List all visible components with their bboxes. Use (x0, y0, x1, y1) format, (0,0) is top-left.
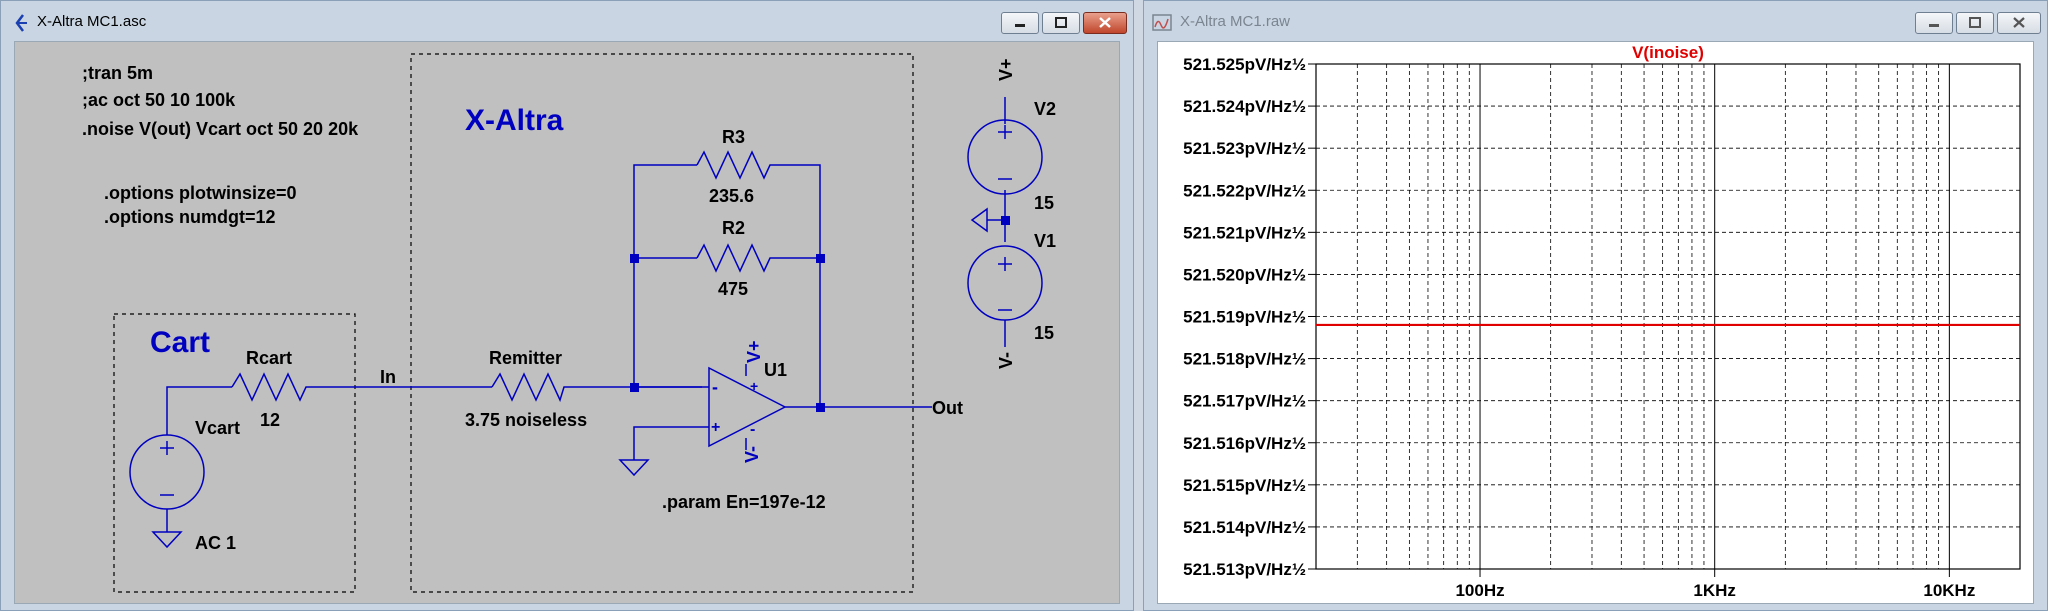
v2-name: V2 (1034, 99, 1056, 119)
y-tick-label: 521.524pV/Hz½ (1183, 97, 1306, 116)
v1-name: V1 (1034, 231, 1056, 251)
y-tick-label: 521.519pV/Hz½ (1183, 308, 1306, 327)
v1-value[interactable]: 15 (1034, 323, 1054, 343)
trace-title[interactable]: V(inoise) (1632, 43, 1704, 62)
maximize-icon (1055, 17, 1067, 28)
v2-net-vplus: V+ (996, 58, 1016, 81)
resistor-r3[interactable] (696, 150, 777, 180)
y-tick-label: 521.516pV/Hz½ (1183, 434, 1306, 453)
resistor-r2[interactable] (696, 243, 777, 273)
y-tick-label: 521.517pV/Hz½ (1183, 392, 1306, 411)
minimize-button[interactable] (1001, 12, 1039, 34)
resistor-rcart[interactable] (231, 372, 312, 402)
y-tick-label: 521.522pV/Hz½ (1183, 181, 1306, 200)
y-tick-label: 521.520pV/Hz½ (1183, 265, 1306, 284)
resistor-remitter[interactable] (491, 372, 568, 403)
net-label-out[interactable]: Out (932, 398, 963, 418)
y-tick-label: 521.523pV/Hz½ (1183, 139, 1306, 158)
rcart-name: Rcart (246, 348, 292, 368)
maximize-button[interactable] (1042, 12, 1080, 34)
r2-value[interactable]: 475 (718, 279, 748, 299)
u1-name: U1 (764, 360, 787, 380)
r3-value[interactable]: 235.6 (709, 186, 754, 206)
directive-ac[interactable]: ;ac oct 50 10 100k (82, 90, 236, 110)
cart-label: Cart (150, 326, 210, 359)
noise-plot[interactable]: 521.525pV/Hz½ 521.524pV/Hz½ 521.523pV/Hz½ 5… (1158, 42, 2035, 605)
waveform-window-title: X-Altra MC1.raw (1180, 13, 1291, 30)
supply-ground-icon (970, 207, 988, 233)
schematic-drawing: ;tran 5m ;ac oct 50 10 100k .noise V(out… (82, 53, 1056, 593)
plot-pane[interactable]: 521.525pV/Hz½ 521.524pV/Hz½ 521.523pV/Hz½ 5… (1157, 41, 2034, 604)
maximize-icon (1969, 17, 1981, 28)
v2-value[interactable]: 15 (1034, 193, 1054, 213)
source-vcart[interactable] (129, 434, 205, 510)
waveform-minimize-button[interactable] (1915, 12, 1953, 34)
minimize-icon (1929, 24, 1939, 27)
opamp-ground-icon (618, 459, 650, 477)
remitter-name: Remitter (489, 348, 562, 368)
opamp-vminus-net: V- (742, 446, 762, 463)
opamp-minus-label: - (712, 377, 718, 397)
vcart-value[interactable]: AC 1 (195, 533, 236, 553)
y-tick-label: 521.513pV/Hz½ (1183, 560, 1306, 579)
y-tick-label: 521.518pV/Hz½ (1183, 350, 1306, 369)
schematic-titlebar[interactable]: X-Altra MC1.asc (1, 1, 1133, 45)
directive-plotwinsize[interactable]: .options plotwinsize=0 (104, 183, 297, 203)
y-tick-label: 521.514pV/Hz½ (1183, 518, 1306, 537)
vcart-ground-icon (151, 531, 183, 549)
schematic-window-title: X-Altra MC1.asc (37, 13, 147, 30)
waveform-maximize-button[interactable] (1956, 12, 1994, 34)
r3-name: R3 (722, 127, 745, 147)
waveform-close-button[interactable] (1997, 12, 2041, 34)
minimize-icon (1015, 24, 1025, 27)
directive-numdgt[interactable]: .options numdgt=12 (104, 207, 276, 227)
v1-net-vminus: V- (996, 352, 1016, 369)
opamp-vminus-pin-label: - (750, 421, 755, 438)
waveform-viewer-icon (1152, 14, 1172, 31)
source-v2[interactable] (967, 119, 1043, 195)
close-icon (1099, 17, 1111, 28)
r2-name: R2 (722, 218, 745, 238)
x-tick-label: 100Hz (1455, 581, 1504, 600)
close-button[interactable] (1083, 12, 1127, 34)
vcart-name: Vcart (195, 418, 240, 438)
schematic-window: X-Altra MC1.asc ;tran 5m ;ac oct 50 10 1… (0, 0, 1134, 611)
opamp-vplus-net: V+ (744, 340, 764, 363)
waveform-window: X-Altra MC1.raw 521.525pV/Hz½ 521.524pV/H… (1143, 0, 2048, 611)
opamp-vplus-pin-label: + (750, 378, 758, 394)
y-tick-label: 521.525pV/Hz½ (1183, 55, 1306, 74)
opamp-plus-label: + (711, 419, 720, 436)
rcart-value[interactable]: 12 (260, 410, 280, 430)
x-tick-label: 10KHz (1923, 581, 1975, 600)
directive-tran[interactable]: ;tran 5m (82, 63, 153, 83)
y-tick-label: 521.521pV/Hz½ (1183, 223, 1306, 242)
directive-noise[interactable]: .noise V(out) Vcart oct 50 20 20k (82, 119, 359, 139)
net-label-in[interactable]: In (380, 367, 396, 387)
close-icon (2013, 17, 2025, 28)
x-tick-label: 1KHz (1693, 581, 1736, 600)
y-tick-label: 521.515pV/Hz½ (1183, 476, 1306, 495)
schematic-canvas[interactable]: ;tran 5m ;ac oct 50 10 100k .noise V(out… (14, 41, 1120, 604)
source-v1[interactable] (967, 245, 1043, 321)
xaltra-label: X-Altra (465, 104, 564, 137)
ltspice-icon (15, 14, 27, 32)
remitter-value[interactable]: 3.75 noiseless (465, 410, 587, 430)
waveform-titlebar[interactable]: X-Altra MC1.raw (1144, 1, 2047, 45)
param-directive[interactable]: .param En=197e-12 (662, 492, 826, 512)
